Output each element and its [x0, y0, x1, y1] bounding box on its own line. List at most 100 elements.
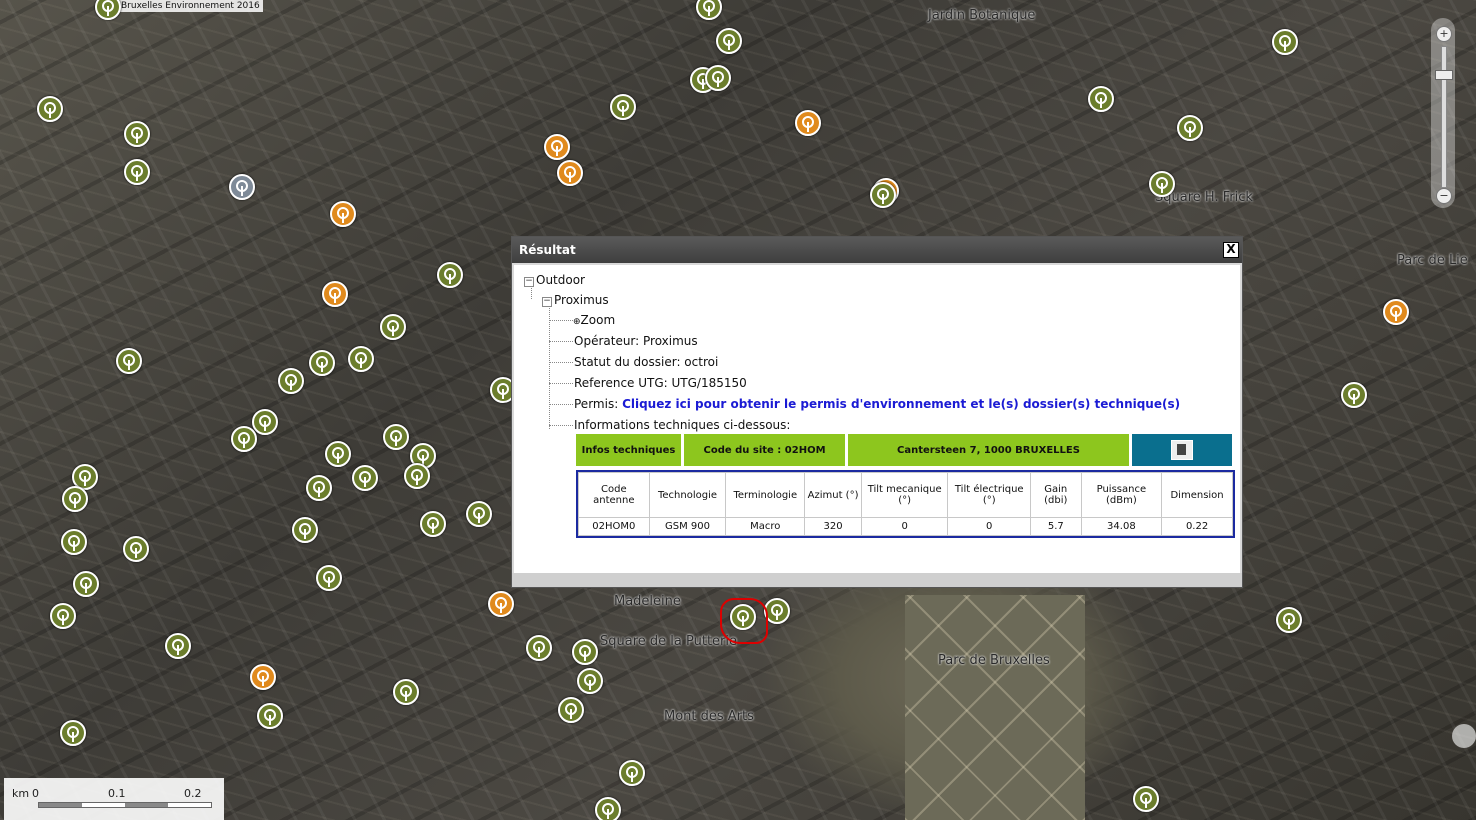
antenna-marker-icon[interactable]	[1272, 29, 1298, 55]
collapse-icon[interactable]: −	[542, 297, 552, 307]
table-cell: Macro	[725, 517, 806, 536]
zoom-slider[interactable]: + −	[1431, 18, 1455, 208]
antenna-marker-icon[interactable]	[870, 182, 896, 208]
table-cell: 02HOM0	[578, 517, 650, 536]
antenna-marker-icon[interactable]	[50, 603, 76, 629]
antenna-marker-icon[interactable]	[252, 409, 278, 435]
close-button[interactable]: X	[1223, 242, 1239, 258]
scale-tick: 0.2	[184, 787, 202, 800]
pdf-cell	[1132, 434, 1232, 466]
antenna-marker-icon[interactable]	[325, 441, 351, 467]
col-puissance: Puissance (dBm)	[1080, 472, 1163, 518]
statut-line: Statut du dossier: octroi	[574, 355, 719, 369]
antenna-marker-icon[interactable]	[61, 529, 87, 555]
antenna-marker-icon[interactable]	[558, 697, 584, 723]
infos-techniques-tab[interactable]: Infos techniques	[576, 434, 684, 466]
antenna-marker-icon[interactable]	[466, 501, 492, 527]
antenna-marker-icon[interactable]	[696, 0, 722, 20]
map-label: Madeleine	[614, 594, 681, 609]
tree-line	[549, 320, 573, 321]
antenna-marker-icon[interactable]	[557, 160, 583, 186]
antenna-marker-icon[interactable]	[619, 760, 645, 786]
tree-line	[549, 425, 573, 426]
antenna-marker-icon[interactable]	[610, 94, 636, 120]
zoom-in-button[interactable]: +	[1436, 26, 1452, 42]
selection-outline	[720, 598, 768, 644]
antenna-marker-icon[interactable]	[322, 281, 348, 307]
collapse-icon[interactable]: −	[524, 277, 534, 287]
table-row: 02HOM0 GSM 900 Macro 320 0 0 5.7 34.08 0…	[578, 517, 1233, 536]
antenna-marker-icon[interactable]	[1341, 382, 1367, 408]
col-dimension: Dimension	[1161, 472, 1233, 518]
zoom-label: Zoom	[580, 313, 616, 327]
antenna-marker-icon[interactable]	[250, 664, 276, 690]
antenna-marker-icon[interactable]	[123, 536, 149, 562]
antenna-marker-icon[interactable]	[544, 134, 570, 160]
tree-line	[549, 383, 573, 384]
antenna-marker-icon[interactable]	[165, 633, 191, 659]
antenna-marker-icon[interactable]	[229, 174, 255, 200]
zoom-link[interactable]: ⊕Zoom	[573, 313, 615, 327]
result-popup: Résultat X − Outdoor − Proximus ⊕Zoom Opér…	[511, 236, 1243, 588]
antenna-marker-icon[interactable]	[348, 346, 374, 372]
antenna-marker-icon[interactable]	[292, 517, 318, 543]
antenna-marker-icon[interactable]	[278, 368, 304, 394]
col-gain: Gain (dbi)	[1029, 472, 1082, 518]
antenna-marker-icon[interactable]	[306, 475, 332, 501]
antenna-marker-icon[interactable]	[595, 797, 621, 820]
antenna-marker-icon[interactable]	[37, 96, 63, 122]
zoom-track[interactable]	[1441, 46, 1447, 188]
antenna-marker-icon[interactable]	[1177, 115, 1203, 141]
antenna-marker-icon[interactable]	[1383, 299, 1409, 325]
permis-link[interactable]: Cliquez ici pour obtenir le permis d'env…	[622, 397, 1180, 411]
antenna-marker-icon[interactable]	[62, 486, 88, 512]
antenna-marker-icon[interactable]	[73, 571, 99, 597]
tree-node-outdoor[interactable]: − Outdoor	[524, 273, 585, 287]
table-cell: 0	[860, 517, 949, 536]
table-cell: 5.7	[1029, 517, 1082, 536]
antenna-marker-icon[interactable]	[257, 703, 283, 729]
antenna-marker-icon[interactable]	[404, 463, 430, 489]
site-address-cell: Cantersteen 7, 1000 BRUXELLES	[848, 434, 1132, 466]
antenna-marker-icon[interactable]	[1276, 607, 1302, 633]
scale-unit: km	[12, 787, 30, 800]
antenna-marker-icon[interactable]	[577, 668, 603, 694]
antenna-marker-icon[interactable]	[393, 679, 419, 705]
antenna-marker-icon[interactable]	[1133, 786, 1159, 812]
antenna-marker-icon[interactable]	[383, 424, 409, 450]
antenna-marker-icon[interactable]	[309, 350, 335, 376]
pdf-document-icon[interactable]	[1171, 440, 1193, 460]
scale-tick: 0.1	[108, 787, 126, 800]
scale-ruler	[38, 802, 212, 808]
pan-control[interactable]	[1452, 724, 1476, 748]
tree-line	[549, 341, 573, 342]
zoom-out-button[interactable]: −	[1436, 188, 1452, 204]
popup-resize-footer[interactable]	[512, 573, 1242, 587]
zoom-magnifier-icon: ⊕	[573, 317, 581, 327]
antenna-marker-icon[interactable]	[716, 28, 742, 54]
antenna-marker-icon[interactable]	[231, 426, 257, 452]
antenna-marker-icon[interactable]	[124, 159, 150, 185]
antenna-marker-icon[interactable]	[795, 110, 821, 136]
table-cell: 0	[947, 517, 1031, 536]
antenna-marker-icon[interactable]	[572, 639, 598, 665]
zoom-handle[interactable]	[1435, 70, 1453, 80]
antenna-marker-icon[interactable]	[352, 465, 378, 491]
antenna-marker-icon[interactable]	[437, 262, 463, 288]
antenna-marker-icon[interactable]	[1088, 86, 1114, 112]
antenna-marker-icon[interactable]	[380, 314, 406, 340]
antenna-marker-icon[interactable]	[488, 591, 514, 617]
tree-node-proximus[interactable]: − Proximus	[542, 293, 609, 307]
tree-line	[531, 285, 532, 299]
antenna-marker-icon[interactable]	[330, 201, 356, 227]
antenna-marker-icon[interactable]	[60, 720, 86, 746]
antenna-marker-icon[interactable]	[95, 0, 121, 20]
antenna-marker-icon[interactable]	[1149, 171, 1175, 197]
antenna-marker-icon[interactable]	[705, 65, 731, 91]
antenna-marker-icon[interactable]	[420, 511, 446, 537]
antenna-marker-icon[interactable]	[316, 565, 342, 591]
antenna-marker-icon[interactable]	[124, 121, 150, 147]
antenna-marker-icon[interactable]	[526, 635, 552, 661]
antenna-marker-icon[interactable]	[116, 348, 142, 374]
reference-line: Reference UTG: UTG/185150	[574, 376, 747, 390]
